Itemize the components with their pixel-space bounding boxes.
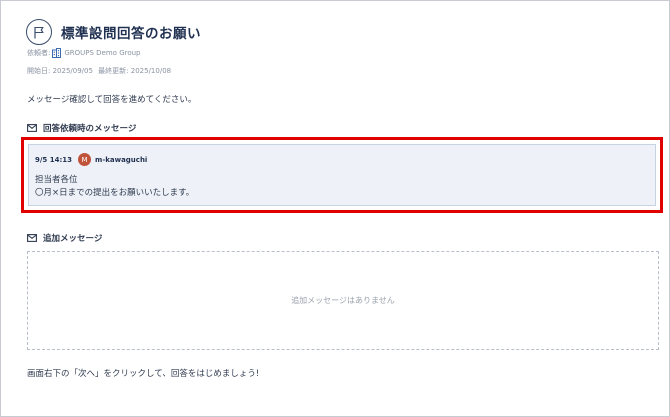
requester-org: GROUPS Demo Group [64, 49, 141, 57]
additional-message-heading-label: 追加メッセージ [43, 234, 103, 244]
avatar: M [78, 153, 92, 166]
mail-icon [27, 124, 37, 132]
main-panel: 標準設問回答のお願い 依頼者: GROUPS Demo Group 開始日: 2… [0, 0, 670, 417]
message-timestamp: 9/5 14:13 [35, 155, 73, 164]
intro-text: メッセージ確認して回答を進めてください。 [27, 95, 197, 105]
request-message-heading-label: 回答依頼時のメッセージ [43, 124, 137, 134]
additional-message-heading: 追加メッセージ [27, 232, 102, 244]
start-date: 開始日: 2025/09/05 [27, 67, 93, 75]
building-icon [52, 48, 62, 58]
request-message-card: 9/5 14:13 M m-kawaguchi 担当者各位 〇月×日までの提出を… [21, 137, 663, 213]
message-meta: 9/5 14:13 M m-kawaguchi [35, 153, 147, 166]
message-author: m-kawaguchi [95, 155, 148, 164]
empty-state-text: 追加メッセージはありません [291, 296, 395, 305]
message-body: 担当者各位 〇月×日までの提出をお願いいたします。 [35, 174, 194, 200]
title-row: 標準設問回答のお願い [26, 17, 201, 47]
requester-row: 依頼者: GROUPS Demo Group [27, 46, 141, 60]
last-updated: 最終更新: 2025/10/08 [98, 67, 172, 75]
flag-icon [26, 19, 52, 45]
message-line: 担当者各位 [35, 175, 78, 185]
footer-note: 画面右下の「次へ」をクリックして、回答をはじめましょう! [27, 369, 260, 379]
message-bubble: 9/5 14:13 M m-kawaguchi 担当者各位 〇月×日までの提出を… [28, 144, 656, 206]
additional-messages-empty: 追加メッセージはありません [27, 251, 659, 350]
requester-label: 依頼者: [27, 49, 51, 57]
message-line: 〇月×日までの提出をお願いいたします。 [35, 188, 195, 198]
request-message-heading: 回答依頼時のメッセージ [27, 122, 136, 134]
page-title: 標準設問回答のお願い [61, 26, 201, 42]
mail-icon [27, 234, 37, 242]
dates-row: 開始日: 2025/09/05 最終更新: 2025/10/08 [27, 66, 171, 76]
